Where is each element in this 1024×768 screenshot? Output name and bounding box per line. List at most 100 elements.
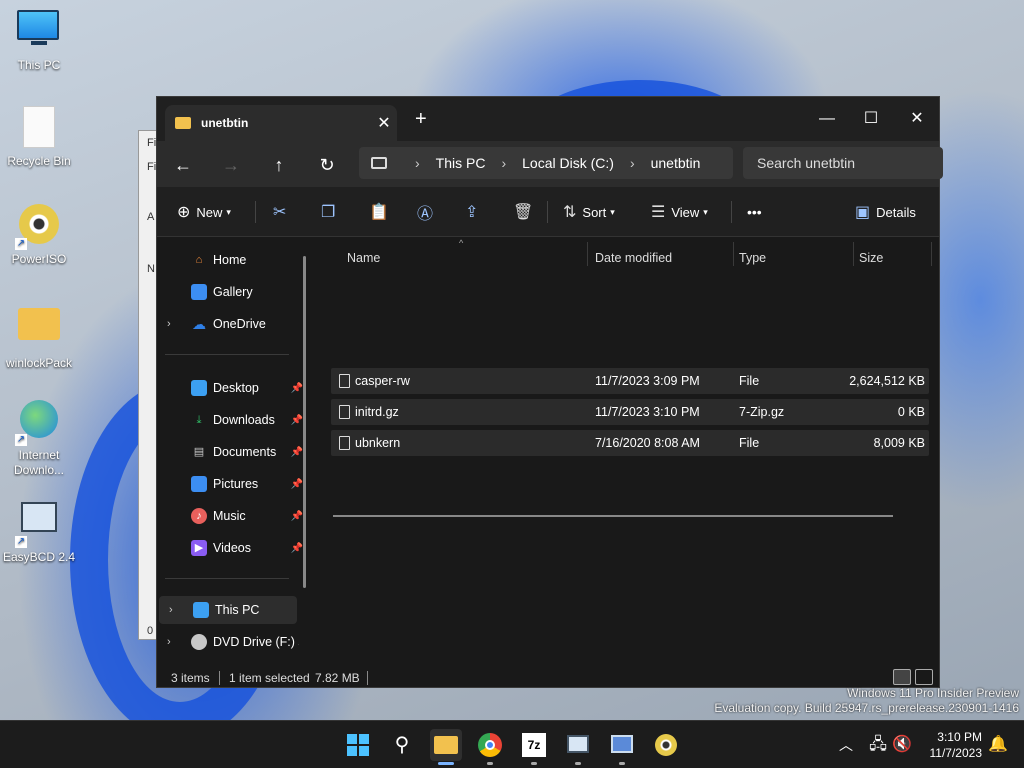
sidebar-item-documents[interactable]: ▤ Documents 📌 xyxy=(157,438,307,466)
tab-unetbtin[interactable]: unetbtin ✕ xyxy=(165,105,397,141)
divider xyxy=(255,201,256,223)
column-header-type[interactable]: Type xyxy=(739,244,766,272)
column-divider[interactable] xyxy=(587,242,588,266)
sidebar-item-desktop[interactable]: Desktop 📌 xyxy=(157,374,307,402)
pin-icon[interactable]: 📌 xyxy=(291,415,303,426)
desktop-icon-this-pc[interactable]: This PC xyxy=(1,10,77,73)
taskbar-7zip[interactable]: 7z xyxy=(518,729,550,765)
desktop-icon-poweriso[interactable]: ↗ PowerISO xyxy=(1,204,77,267)
pin-icon[interactable]: 📌 xyxy=(291,511,303,522)
more-options-button[interactable]: ••• xyxy=(747,187,762,237)
pin-icon[interactable]: 📌 xyxy=(291,447,303,458)
address-bar[interactable]: › This PC › Local Disk (C:) › unetbtin xyxy=(359,147,733,179)
tab-title: unetbtin xyxy=(201,116,249,130)
command-bar: ⊕ New ▾ ✂ ❐ 📋 Ⓐ ⇪ 🗑 ⇅ Sort ▾ ☰ View ▾ ••… xyxy=(157,187,939,237)
7zip-icon: 7z xyxy=(522,733,546,757)
chevron-right-icon[interactable]: › xyxy=(167,636,181,648)
sidebar-item-home[interactable]: ⌂ Home xyxy=(157,246,307,274)
sidebar-item-label: This PC xyxy=(215,603,260,617)
rename-button[interactable]: Ⓐ xyxy=(417,187,439,237)
sidebar-item-onedrive[interactable]: › ☁ OneDrive xyxy=(157,310,307,338)
sidebar-item-label: Videos xyxy=(213,541,251,555)
new-tab-button[interactable]: + xyxy=(415,109,427,129)
breadcrumb-unetbtin[interactable]: unetbtin xyxy=(651,155,701,171)
share-button[interactable]: ⇪ xyxy=(465,187,484,237)
sidebar-item-videos[interactable]: ▶ Videos 📌 xyxy=(157,534,307,562)
new-button[interactable]: ⊕ New ▾ xyxy=(177,187,231,237)
start-button[interactable] xyxy=(342,729,374,761)
delete-button[interactable]: 🗑 xyxy=(513,187,539,237)
horizontal-scrollbar[interactable] xyxy=(333,515,893,517)
computer-icon xyxy=(193,602,209,618)
close-window-button[interactable]: ✕ xyxy=(897,105,937,133)
divider xyxy=(165,354,289,355)
notifications-button[interactable]: 🔔 xyxy=(982,729,1014,761)
bell-icon: 🔔 xyxy=(988,736,1008,753)
desktop-icon-recycle-bin[interactable]: Recycle Bin xyxy=(1,106,77,169)
column-divider[interactable] xyxy=(853,242,854,266)
pin-icon[interactable]: 📌 xyxy=(291,543,303,554)
sidebar-scrollbar[interactable] xyxy=(303,256,306,588)
show-hidden-icons-button[interactable]: ︿ xyxy=(830,729,862,761)
breadcrumb-local-disk[interactable]: Local Disk (C:) xyxy=(522,155,614,171)
desktop-icon-winlockpack[interactable]: winlockPack xyxy=(1,302,77,371)
sidebar-item-dvd-drive[interactable]: › DVD Drive (F:) sl xyxy=(157,628,307,656)
chevron-up-icon: ︿ xyxy=(839,737,853,753)
search-button[interactable]: ⚲ xyxy=(386,729,418,761)
taskbar-easybcd[interactable] xyxy=(562,729,594,765)
paste-button[interactable]: 📋 xyxy=(369,187,395,237)
sort-button[interactable]: ⇅ Sort ▾ xyxy=(563,187,615,237)
file-icon xyxy=(339,405,350,419)
details-label: Details xyxy=(876,204,916,220)
details-view-icon[interactable] xyxy=(893,669,911,685)
forward-button[interactable]: → xyxy=(217,151,245,179)
table-row[interactable]: initrd.gz 11/7/2023 3:10 PM 7-Zip.gz 0 K… xyxy=(331,399,929,425)
chevron-down-icon: ▾ xyxy=(610,206,615,217)
column-header-date-modified[interactable]: Date modified xyxy=(595,244,672,272)
tiles-view-icon[interactable] xyxy=(915,669,933,685)
column-divider[interactable] xyxy=(733,242,734,266)
column-header-size[interactable]: Size xyxy=(859,244,883,272)
divider xyxy=(367,671,368,685)
file-explorer-window[interactable]: unetbtin ✕ + — ☐ ✕ ← → ↑ ↻ › This PC › L… xyxy=(156,96,943,688)
system-clock[interactable]: 3:10 PM 11/7/2023 xyxy=(930,729,983,761)
taskbar-network-setup[interactable] xyxy=(606,729,638,765)
chevron-right-icon[interactable]: › xyxy=(169,604,183,616)
watermark-line: Evaluation copy. Build 25947.rs_prerelea… xyxy=(714,701,1019,715)
maximize-button[interactable]: ☐ xyxy=(851,105,891,133)
view-button[interactable]: ☰ View ▾ xyxy=(651,187,708,237)
desktop-icon-internet-download-manager[interactable]: ↗ Internet Downlo... xyxy=(1,400,77,478)
pin-icon[interactable]: 📌 xyxy=(291,383,303,394)
table-row[interactable]: ubnkern 7/16/2020 8:08 AM File 8,009 KB xyxy=(331,430,929,456)
pin-icon[interactable]: 📌 xyxy=(291,479,303,490)
breadcrumb-this-pc[interactable]: This PC xyxy=(436,155,486,171)
details-button[interactable]: ▣ Details xyxy=(855,187,916,237)
back-button[interactable]: ← xyxy=(169,151,197,179)
sidebar-item-this-pc[interactable]: › This PC xyxy=(159,596,297,624)
table-row[interactable]: casper-rw 11/7/2023 3:09 PM File 2,624,5… xyxy=(331,368,929,394)
network-setup-icon xyxy=(611,735,633,753)
taskbar-chrome[interactable] xyxy=(474,729,506,765)
sidebar-item-downloads[interactable]: ⤓ Downloads 📌 xyxy=(157,406,307,434)
search-input[interactable]: Search unetbtin xyxy=(743,147,943,179)
title-bar[interactable]: unetbtin ✕ + — ☐ ✕ xyxy=(157,97,939,141)
column-divider[interactable] xyxy=(931,242,932,266)
taskbar-file-explorer[interactable] xyxy=(430,729,462,765)
sidebar-item-gallery[interactable]: Gallery xyxy=(157,278,307,306)
video-icon: ▶ xyxy=(191,540,207,556)
close-tab-icon[interactable]: ✕ xyxy=(371,113,397,133)
sidebar-item-music[interactable]: ♪ Music 📌 xyxy=(157,502,307,530)
clipboard-icon: 📋 xyxy=(369,204,389,221)
file-name: casper-rw xyxy=(355,374,410,388)
desktop-icon-easybcd[interactable]: ↗ EasyBCD 2.4 xyxy=(1,498,77,565)
sidebar-item-pictures[interactable]: Pictures 📌 xyxy=(157,470,307,498)
minimize-button[interactable]: — xyxy=(807,105,847,133)
copy-button[interactable]: ❐ xyxy=(321,187,341,237)
chevron-right-icon[interactable]: › xyxy=(167,318,181,330)
up-button[interactable]: ↑ xyxy=(265,151,293,179)
refresh-button[interactable]: ↻ xyxy=(313,151,341,179)
taskbar-poweriso[interactable] xyxy=(650,729,682,761)
cut-button[interactable]: ✂ xyxy=(273,187,292,237)
volume-button[interactable]: 🔇 xyxy=(886,729,918,761)
column-header-name[interactable]: Name xyxy=(347,244,380,272)
